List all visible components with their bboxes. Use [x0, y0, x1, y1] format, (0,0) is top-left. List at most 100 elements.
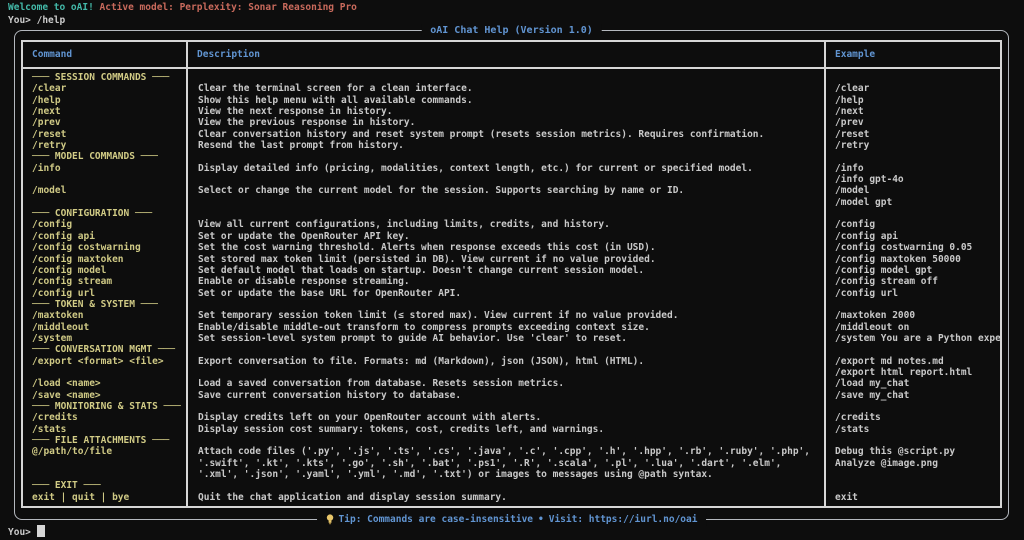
- help-command: /credits: [32, 412, 186, 423]
- help-command: [32, 197, 186, 208]
- section-header: ─── EXIT ───: [32, 480, 186, 491]
- help-description: Select or change the current model for t…: [198, 185, 824, 196]
- help-description: [198, 72, 824, 83]
- help-command: /retry: [32, 140, 186, 151]
- help-command: /stats: [32, 424, 186, 435]
- help-example: /clear: [835, 83, 1000, 94]
- welcome-line: Welcome to oAI! Active model: Perplexity…: [8, 2, 357, 15]
- example-column: /clear/help/next/prev/reset/retry /info/…: [826, 69, 1000, 506]
- help-command: /export <format> <file>: [32, 356, 186, 367]
- help-example: /config stream off: [835, 276, 1000, 287]
- help-command: /reset: [32, 129, 186, 140]
- help-example: /config maxtoken 50000: [835, 254, 1000, 265]
- help-example: [835, 435, 1000, 446]
- help-description: Enable/disable middle-out transform to c…: [198, 322, 824, 333]
- help-example: /credits: [835, 412, 1000, 423]
- help-description: [198, 435, 824, 446]
- help-description: Export conversation to file. Formats: md…: [198, 356, 824, 367]
- help-table: Command Description Example ─── SESSION …: [21, 40, 1002, 508]
- help-example: /save my_chat: [835, 390, 1000, 401]
- active-model-text: Active model: Perplexity: Sonar Reasonin…: [94, 2, 357, 13]
- help-description: Set or update the base URL for OpenRoute…: [198, 288, 824, 299]
- terminal-input-line[interactable]: You>: [8, 525, 45, 540]
- section-header: ─── SESSION COMMANDS ───: [32, 72, 186, 83]
- help-description: '.xml', '.json', '.yaml', '.yml', '.md',…: [198, 469, 824, 480]
- help-example: [835, 469, 1000, 480]
- help-command: [32, 367, 186, 378]
- help-description: Display session cost summary: tokens, co…: [198, 424, 824, 435]
- welcome-text: Welcome to oAI!: [8, 2, 94, 13]
- help-command: /system: [32, 333, 186, 344]
- help-command: /help: [32, 95, 186, 106]
- help-command: /config stream: [32, 276, 186, 287]
- help-description: [198, 367, 824, 378]
- prompt-label: You>: [8, 527, 37, 538]
- help-command: @/path/to/file: [32, 446, 186, 457]
- section-header: ─── CONVERSATION MGMT ───: [32, 344, 186, 355]
- help-example: /prev: [835, 117, 1000, 128]
- help-description: [198, 299, 824, 310]
- column-header-description: Description: [188, 42, 826, 69]
- help-command: /model: [32, 185, 186, 196]
- help-command: /clear: [32, 83, 186, 94]
- help-description: [198, 174, 824, 185]
- help-example: [835, 299, 1000, 310]
- help-description: Set default model that loads on startup.…: [198, 265, 824, 276]
- help-description: View the next response in history.: [198, 106, 824, 117]
- help-description: Show this help menu with all available c…: [198, 95, 824, 106]
- help-description: Resend the last prompt from history.: [198, 140, 824, 151]
- help-command: /prev: [32, 117, 186, 128]
- help-command: /config url: [32, 288, 186, 299]
- help-example: [835, 344, 1000, 355]
- help-example: exit: [835, 492, 1000, 503]
- help-example: [835, 401, 1000, 412]
- help-example: /load my_chat: [835, 378, 1000, 389]
- help-example: /maxtoken 2000: [835, 310, 1000, 321]
- help-command: /config model: [32, 265, 186, 276]
- help-command: /config api: [32, 231, 186, 242]
- help-example: /middleout on: [835, 322, 1000, 333]
- help-example: [835, 480, 1000, 491]
- section-header: ─── FILE ATTACHMENTS ───: [32, 435, 186, 446]
- help-command: exit | quit | bye: [32, 492, 186, 503]
- help-description: Clear the terminal screen for a clean in…: [198, 83, 824, 94]
- help-description: [198, 208, 824, 219]
- help-example: /system You are a Python expert: [835, 333, 1000, 344]
- help-description: [198, 344, 824, 355]
- description-column: Clear the terminal screen for a clean in…: [188, 69, 826, 506]
- help-command: /next: [32, 106, 186, 117]
- help-example: /config api: [835, 231, 1000, 242]
- help-command: /load <name>: [32, 378, 186, 389]
- column-header-command: Command: [23, 42, 188, 69]
- tip-text: Tip: Commands are case-insensitive: [339, 513, 533, 526]
- help-example: /reset: [835, 129, 1000, 140]
- help-command: /middleout: [32, 322, 186, 333]
- help-example: [835, 72, 1000, 83]
- help-example: /info gpt-4o: [835, 174, 1000, 185]
- section-header: ─── MODEL COMMANDS ───: [32, 151, 186, 162]
- help-command: [32, 458, 186, 469]
- help-command: [32, 469, 186, 480]
- help-description: [198, 401, 824, 412]
- text-cursor: [37, 525, 45, 537]
- help-example: /info: [835, 163, 1000, 174]
- help-command: /config maxtoken: [32, 254, 186, 265]
- help-panel: oAI Chat Help (Version 1.0) Command Desc…: [14, 30, 1009, 520]
- help-example: /model gpt: [835, 197, 1000, 208]
- help-example: /help: [835, 95, 1000, 106]
- help-description: View all current configurations, includi…: [198, 219, 824, 230]
- help-description: Set or update the OpenRouter API key.: [198, 231, 824, 242]
- help-example: /retry: [835, 140, 1000, 151]
- command-column: ─── SESSION COMMANDS ───/clear/help/next…: [23, 69, 188, 506]
- help-example: /config url: [835, 288, 1000, 299]
- help-description: Set the cost warning threshold. Alerts w…: [198, 242, 824, 253]
- help-command: /config costwarning: [32, 242, 186, 253]
- tip-visit-url[interactable]: Visit: https://iurl.no/oai: [549, 513, 698, 526]
- help-example: /next: [835, 106, 1000, 117]
- help-description: Clear conversation history and reset sys…: [198, 129, 824, 140]
- section-header: ─── TOKEN & SYSTEM ───: [32, 299, 186, 310]
- previous-prompt-line: You> /help: [8, 15, 65, 28]
- help-example: /model: [835, 185, 1000, 196]
- help-description: [198, 197, 824, 208]
- help-command: /config: [32, 219, 186, 230]
